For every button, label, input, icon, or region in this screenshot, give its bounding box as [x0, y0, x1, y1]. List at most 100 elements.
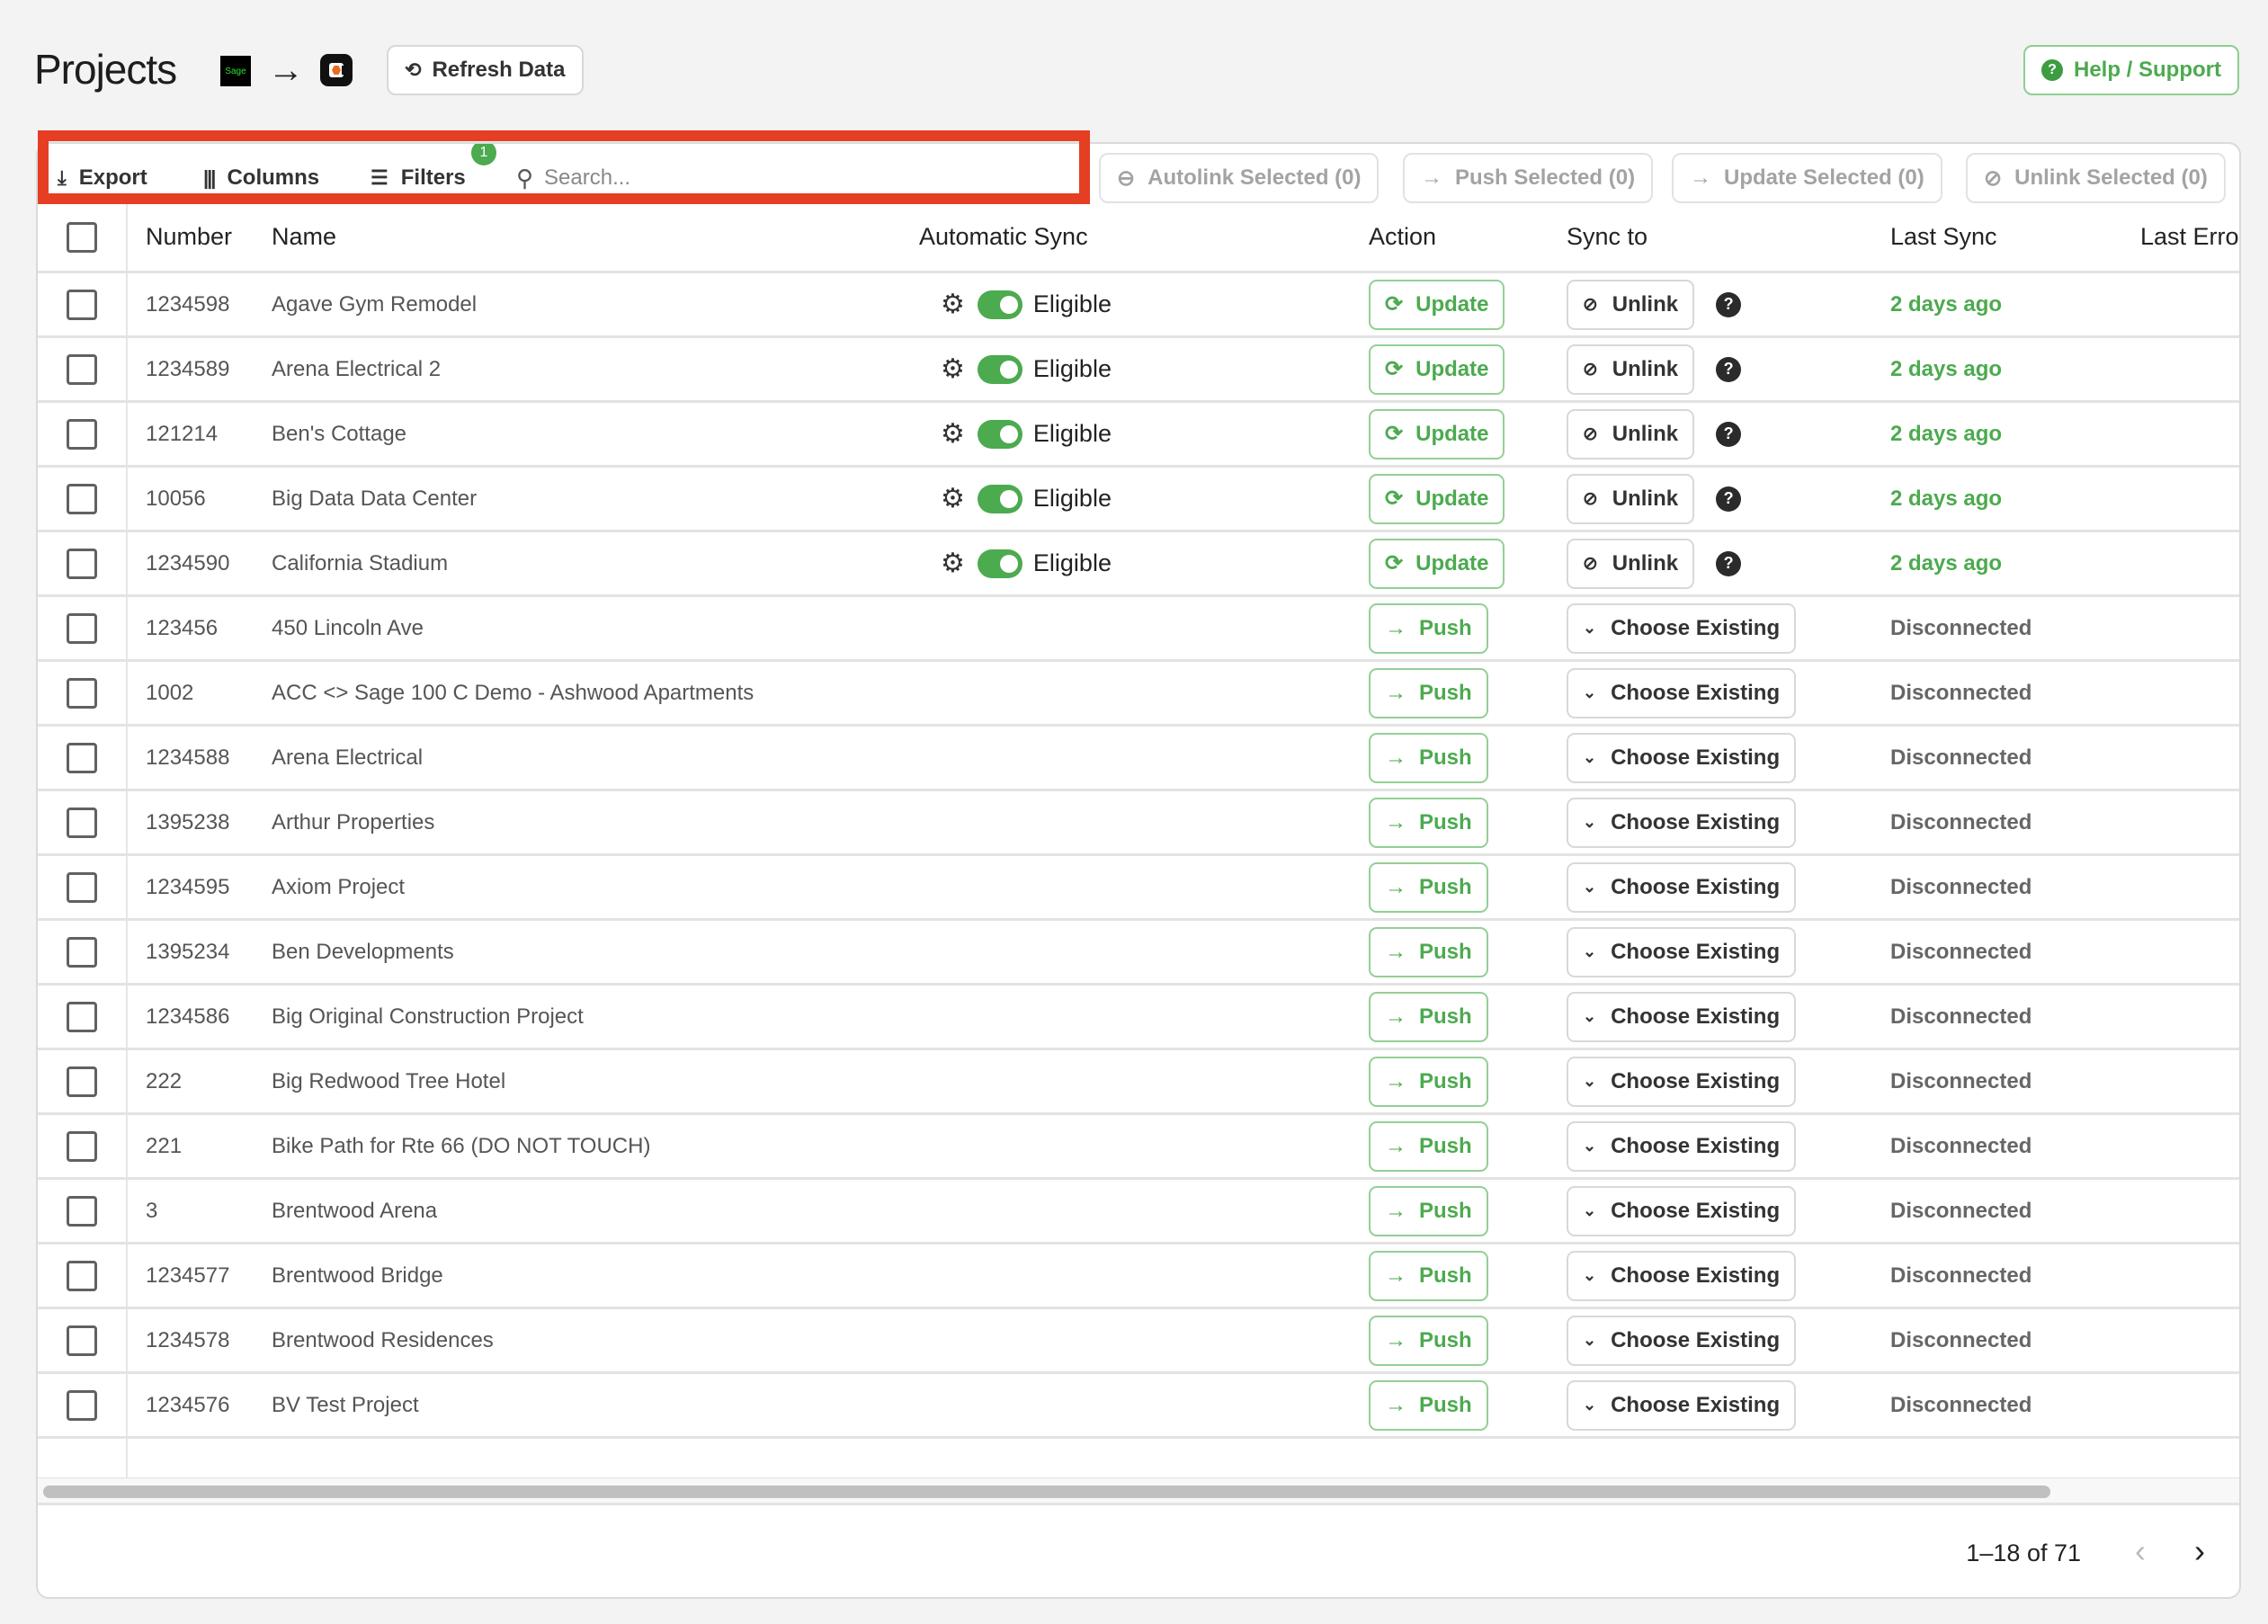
help-icon[interactable]: ?	[1716, 291, 1742, 317]
gear-icon[interactable]: ⚙	[941, 418, 965, 450]
push-button[interactable]: → Push	[1369, 1056, 1488, 1107]
choose-existing-dropdown[interactable]: ⌄ Choose Existing	[1567, 602, 1797, 654]
table-row[interactable]: 1234595 Axiom Project → Push ⌄ Choose Existin…	[38, 856, 2239, 921]
choose-existing-dropdown[interactable]: ⌄ Choose Existing	[1567, 1056, 1797, 1107]
column-header-sync-to[interactable]: Sync to	[1567, 203, 1647, 271]
row-checkbox[interactable]	[67, 807, 97, 838]
push-button[interactable]: → Push	[1369, 1315, 1488, 1366]
row-checkbox[interactable]	[67, 1001, 97, 1032]
row-checkbox[interactable]	[67, 1066, 97, 1097]
update-button[interactable]: ⟳ Update	[1369, 279, 1505, 330]
table-row[interactable]: 1234598 Agave Gym Remodel ⚙ Eligible ⟳ Update…	[38, 273, 2239, 338]
export-button[interactable]: ⤓ Export	[58, 162, 147, 194]
push-button[interactable]: → Push	[1369, 1185, 1488, 1236]
table-row[interactable]: 1395238 Arthur Properties → Push ⌄ Choose Exi…	[38, 791, 2239, 856]
choose-existing-dropdown[interactable]: ⌄ Choose Existing	[1567, 926, 1797, 977]
column-header-last-error[interactable]: Last Erro	[2140, 203, 2239, 271]
push-button[interactable]: → Push	[1369, 797, 1488, 848]
push-button[interactable]: → Push	[1369, 926, 1488, 977]
help-icon[interactable]: ?	[1716, 356, 1742, 382]
help-support-button[interactable]: ? Help / Support	[2023, 45, 2239, 95]
choose-existing-dropdown[interactable]: ⌄ Choose Existing	[1567, 1250, 1797, 1301]
select-all-checkbox[interactable]	[67, 221, 97, 253]
choose-existing-dropdown[interactable]: ⌄ Choose Existing	[1567, 667, 1797, 718]
search-input[interactable]	[544, 165, 1049, 191]
scrollbar-thumb[interactable]	[43, 1486, 2050, 1498]
table-row[interactable]: 222 Big Redwood Tree Hotel → Push ⌄ Choose Ex…	[38, 1050, 2239, 1115]
push-button[interactable]: → Push	[1369, 1120, 1488, 1172]
table-row[interactable]: 1234578 Brentwood Residences → Push ⌄ Choose …	[38, 1309, 2239, 1374]
auto-sync-toggle[interactable]	[977, 290, 1022, 319]
table-row[interactable]: 1234588 Arena Electrical → Push ⌄ Choose Exis…	[38, 727, 2239, 791]
unlink-button[interactable]: ⊘ Unlink	[1567, 538, 1695, 589]
gear-icon[interactable]: ⚙	[941, 353, 965, 385]
choose-existing-dropdown[interactable]: ⌄ Choose Existing	[1567, 991, 1797, 1042]
columns-button[interactable]: ||| Columns	[203, 162, 319, 194]
choose-existing-dropdown[interactable]: ⌄ Choose Existing	[1567, 861, 1797, 913]
row-checkbox[interactable]	[67, 289, 97, 320]
push-button[interactable]: → Push	[1369, 1250, 1488, 1301]
choose-existing-dropdown[interactable]: ⌄ Choose Existing	[1567, 1379, 1797, 1431]
row-checkbox[interactable]	[67, 871, 97, 903]
push-button[interactable]: → Push	[1369, 602, 1488, 654]
table-row[interactable]: 221 Bike Path for Rte 66 (DO NOT TOUCH) → P…	[38, 1115, 2239, 1180]
auto-sync-toggle[interactable]	[977, 549, 1022, 578]
help-icon[interactable]: ?	[1716, 421, 1742, 447]
filters-button[interactable]: ☰ Filters	[371, 162, 466, 194]
unlink-button[interactable]: ⊘ Unlink	[1567, 344, 1695, 395]
gear-icon[interactable]: ⚙	[941, 483, 965, 514]
update-button[interactable]: ⟳ Update	[1369, 344, 1505, 395]
row-checkbox[interactable]	[67, 353, 97, 385]
refresh-data-button[interactable]: ⟲ Refresh Data	[387, 45, 584, 95]
help-icon[interactable]: ?	[1716, 486, 1742, 512]
table-row[interactable]: 1234586 Big Original Construction Project…	[38, 986, 2239, 1050]
column-header-action[interactable]: Action	[1369, 203, 1436, 271]
push-button[interactable]: → Push	[1369, 991, 1488, 1042]
choose-existing-dropdown[interactable]: ⌄ Choose Existing	[1567, 1120, 1797, 1172]
row-checkbox[interactable]	[67, 418, 97, 450]
update-selected-button[interactable]: → Update Selected (0)	[1672, 153, 1942, 203]
row-checkbox[interactable]	[67, 742, 97, 773]
push-button[interactable]: → Push	[1369, 732, 1488, 783]
row-checkbox[interactable]	[67, 1195, 97, 1227]
help-icon[interactable]: ?	[1716, 550, 1742, 576]
gear-icon[interactable]: ⚙	[941, 548, 965, 579]
row-checkbox[interactable]	[67, 483, 97, 514]
table-row[interactable]: 1234576 BV Test Project → Push ⌄ Choose Exist…	[38, 1374, 2239, 1439]
row-checkbox[interactable]	[67, 612, 97, 644]
horizontal-scrollbar[interactable]	[38, 1478, 2239, 1505]
table-row[interactable]: 123456 450 Lincoln Ave → Push ⌄ Choose Existi…	[38, 597, 2239, 662]
choose-existing-dropdown[interactable]: ⌄ Choose Existing	[1567, 732, 1797, 783]
search-field[interactable]: ⚲	[516, 162, 1049, 194]
row-checkbox[interactable]	[67, 548, 97, 579]
unlink-button[interactable]: ⊘ Unlink	[1567, 473, 1695, 524]
column-header-automatic-sync[interactable]: Automatic Sync	[919, 203, 1088, 271]
unlink-selected-button[interactable]: ⊘ Unlink Selected (0)	[1966, 153, 2226, 203]
table-row[interactable]: 1234577 Brentwood Bridge → Push ⌄ Choose Exis…	[38, 1245, 2239, 1309]
table-row[interactable]: 10056 Big Data Data Center ⚙ Eligible ⟳ Updat…	[38, 468, 2239, 532]
auto-sync-toggle[interactable]	[977, 354, 1022, 384]
push-button[interactable]: → Push	[1369, 861, 1488, 913]
column-header-number[interactable]: Number	[146, 203, 232, 271]
previous-page-icon[interactable]: ‹	[2135, 1532, 2146, 1570]
table-row[interactable]: 1234589 Arena Electrical 2 ⚙ Eligible ⟳ Updat…	[38, 338, 2239, 403]
row-checkbox[interactable]	[67, 936, 97, 968]
next-page-icon[interactable]: ›	[2194, 1532, 2205, 1570]
row-checkbox[interactable]	[67, 1389, 97, 1421]
update-button[interactable]: ⟳ Update	[1369, 538, 1505, 589]
push-selected-button[interactable]: → Push Selected (0)	[1403, 153, 1654, 203]
choose-existing-dropdown[interactable]: ⌄ Choose Existing	[1567, 1185, 1797, 1236]
autolink-selected-button[interactable]: ⊖ Autolink Selected (0)	[1099, 153, 1380, 203]
choose-existing-dropdown[interactable]: ⌄ Choose Existing	[1567, 797, 1797, 848]
table-row[interactable]: 1234590 California Stadium ⚙ Eligible ⟳ Updat…	[38, 532, 2239, 597]
table-row[interactable]: 1002 ACC <> Sage 100 C Demo - Ashwood Apa…	[38, 662, 2239, 727]
column-header-last-sync[interactable]: Last Sync	[1890, 203, 1997, 271]
unlink-button[interactable]: ⊘ Unlink	[1567, 408, 1695, 460]
auto-sync-toggle[interactable]	[977, 484, 1022, 513]
row-checkbox[interactable]	[67, 1325, 97, 1356]
column-header-name[interactable]: Name	[272, 203, 336, 271]
row-checkbox[interactable]	[67, 1130, 97, 1162]
update-button[interactable]: ⟳ Update	[1369, 408, 1505, 460]
update-button[interactable]: ⟳ Update	[1369, 473, 1505, 524]
push-button[interactable]: → Push	[1369, 667, 1488, 718]
